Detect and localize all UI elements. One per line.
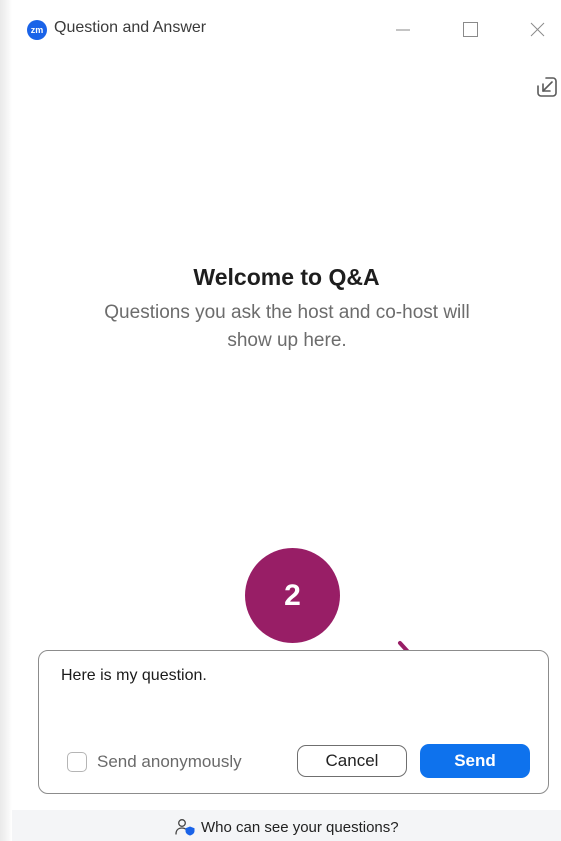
- popout-button[interactable]: [532, 72, 560, 100]
- send-button[interactable]: Send: [420, 744, 530, 778]
- welcome-description: Questions you ask the host and co-host w…: [104, 302, 470, 351]
- qa-window: zm Question and Answer Welcome to Q&A Qu…: [12, 0, 561, 841]
- send-anonymously-checkbox[interactable]: [67, 752, 87, 772]
- minimize-button[interactable]: [389, 14, 421, 46]
- question-input[interactable]: Here is my question.: [61, 667, 207, 685]
- people-shield-icon: [175, 819, 195, 836]
- window-shadow: [0, 0, 12, 841]
- title-bar[interactable]: zm Question and Answer: [12, 0, 561, 58]
- cancel-button[interactable]: Cancel: [297, 745, 407, 777]
- who-can-see-label: Who can see your questions?: [201, 818, 399, 836]
- window-title: Question and Answer: [54, 19, 207, 36]
- close-button[interactable]: [522, 14, 554, 46]
- send-anonymously-label[interactable]: Send anonymously: [97, 752, 242, 772]
- maximize-button[interactable]: [456, 14, 488, 46]
- close-icon: [530, 22, 545, 37]
- step-number-badge: 2: [245, 548, 340, 643]
- popout-icon: [537, 77, 557, 97]
- who-can-see-link[interactable]: Who can see your questions?: [174, 818, 399, 836]
- question-compose-box: Here is my question. Send anonymously Ca…: [38, 650, 549, 794]
- footer-bar: Who can see your questions?: [12, 810, 561, 841]
- minimize-icon: [396, 29, 410, 31]
- zoom-logo-icon: zm: [27, 20, 47, 40]
- welcome-title: Welcome to Q&A: [193, 264, 380, 290]
- maximize-icon: [463, 22, 478, 37]
